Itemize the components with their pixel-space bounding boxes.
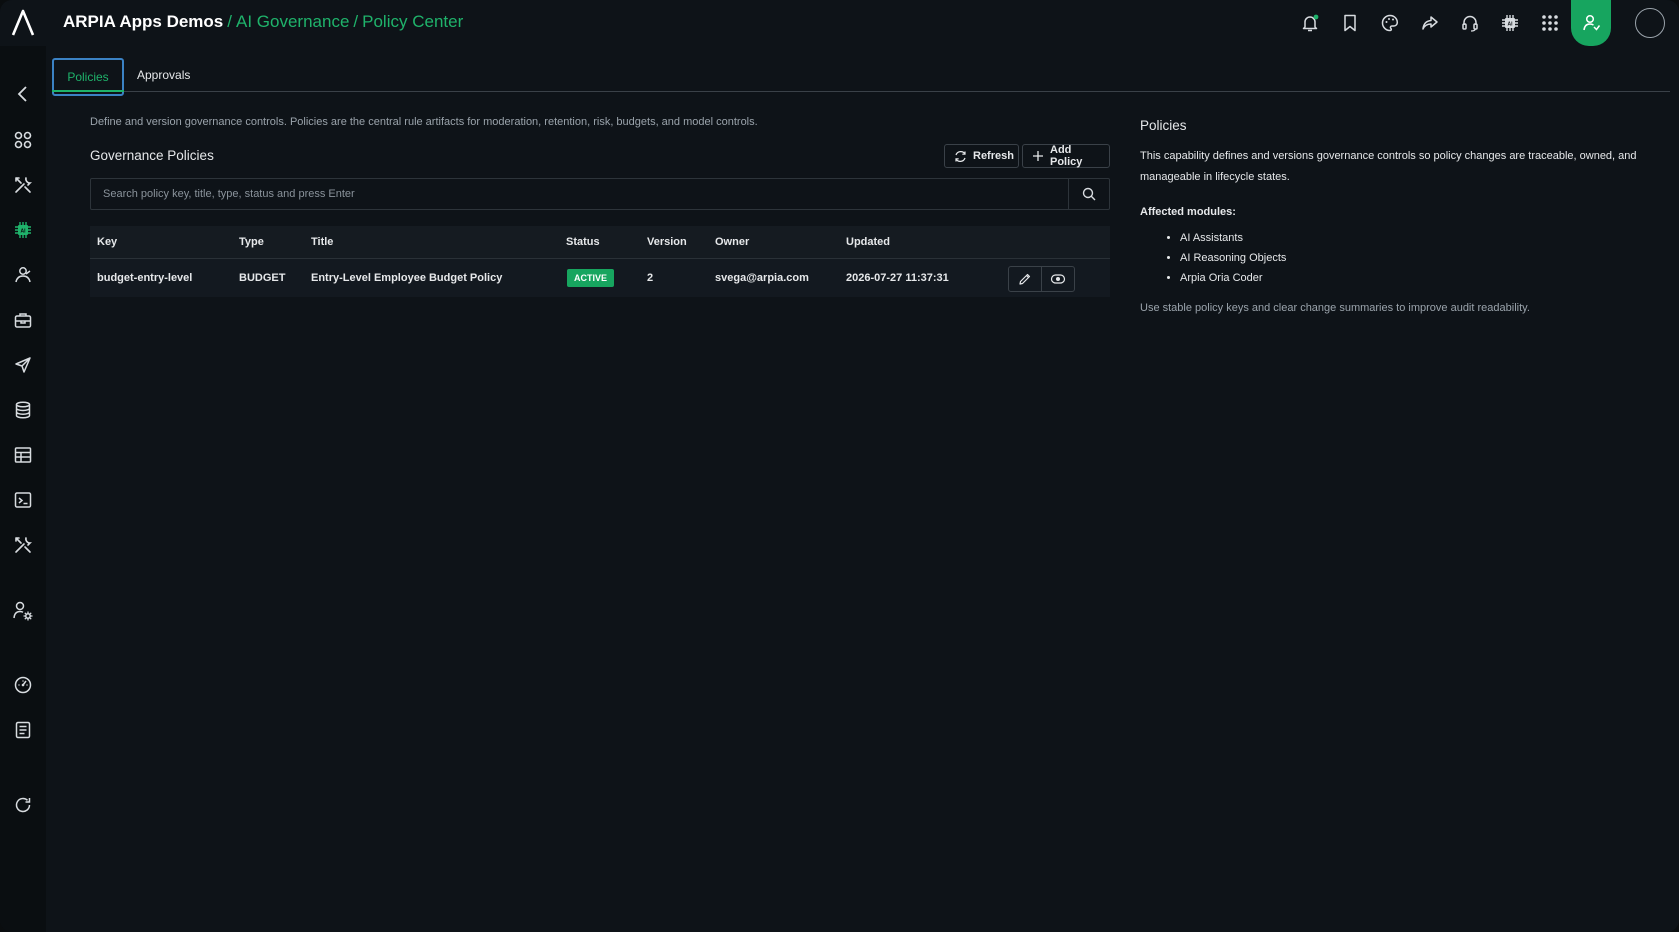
refresh-icon[interactable] [11, 793, 35, 817]
toolbox-icon[interactable] [11, 308, 35, 332]
column-header-version[interactable]: Version [647, 236, 687, 248]
column-header-type[interactable]: Type [239, 236, 264, 248]
refresh-icon [954, 150, 967, 163]
panel-description: This capability defines and versions gov… [1140, 150, 1637, 183]
user-settings-icon[interactable] [11, 599, 35, 623]
chip-icon[interactable]: AI [11, 218, 35, 242]
bookmark-icon[interactable] [1338, 11, 1362, 35]
cell-version: 2 [647, 272, 654, 284]
cell-key: budget-entry-level [97, 272, 193, 284]
breadcrumb-separator: / [227, 12, 232, 31]
table-row[interactable]: budget-entry-level BUDGET Entry-Level Em… [90, 259, 1110, 297]
policies-table: Key Type Title Status Version Owner Upda… [90, 226, 1110, 297]
add-policy-button[interactable]: Add Policy [1022, 144, 1110, 168]
tab-approvals[interactable]: Approvals [121, 58, 206, 92]
active-tab-indicator [52, 90, 124, 92]
terminal-icon[interactable] [11, 488, 35, 512]
bell-icon[interactable] [1298, 11, 1322, 35]
column-header-status[interactable]: Status [566, 236, 600, 248]
page-description: Define and version governance controls. … [90, 116, 758, 128]
cell-title: Entry-Level Employee Budget Policy [311, 272, 503, 284]
breadcrumb-app[interactable]: ARPIA Apps Demos [63, 12, 223, 31]
svg-text:AI: AI [1508, 22, 1514, 28]
column-header-updated[interactable]: Updated [846, 236, 890, 248]
affected-modules-label: Affected modules: [1140, 206, 1236, 218]
palette-icon[interactable] [1378, 11, 1402, 35]
cell-owner: svega@arpia.com [715, 272, 809, 284]
panel-title: Policies [1140, 118, 1187, 133]
tools-icon[interactable] [11, 173, 35, 197]
search-box [90, 178, 1110, 210]
breadcrumb-separator: / [353, 12, 359, 31]
headset-icon[interactable] [1458, 11, 1482, 35]
refresh-button[interactable]: Refresh [944, 144, 1019, 168]
send-icon[interactable] [11, 353, 35, 377]
plus-icon [1032, 150, 1044, 162]
column-header-owner[interactable]: Owner [715, 236, 749, 248]
sidebar: AI [0, 46, 46, 932]
user-agent-icon [1581, 13, 1601, 33]
user-agent-button[interactable] [1571, 0, 1611, 46]
grid-icon[interactable] [1538, 11, 1562, 35]
tools-icon[interactable] [11, 533, 35, 557]
status-badge: ACTIVE [567, 269, 615, 287]
eye-icon [1050, 274, 1066, 284]
cell-updated: 2026-07-27 11:37:31 [846, 272, 949, 284]
pencil-icon [1019, 273, 1031, 285]
apps-icon[interactable] [11, 128, 35, 152]
tab-divider [52, 91, 1670, 92]
cell-type: BUDGET [239, 272, 286, 284]
app-window: ARPIA Apps Demos / AI Governance / Policy Ce… [0, 0, 1679, 932]
chip-icon[interactable]: AI [1498, 11, 1522, 35]
arpia-logo-icon[interactable] [10, 8, 36, 38]
search-icon [1082, 187, 1096, 201]
search-button[interactable] [1068, 179, 1109, 209]
database-icon[interactable] [11, 398, 35, 422]
list-item: AI Reasoning Objects [1180, 248, 1286, 268]
list-item: Arpia Oria Coder [1180, 268, 1286, 288]
affected-modules-list: AI Assistants AI Reasoning Objects Arpia… [1140, 228, 1286, 288]
section-title: Governance Policies [90, 148, 214, 163]
breadcrumb: ARPIA Apps Demos / AI Governance / Policy Ce… [63, 12, 463, 32]
list-item: AI Assistants [1180, 228, 1286, 248]
svg-text:AI: AI [21, 229, 27, 235]
breadcrumb-policy-center[interactable]: Policy Center [362, 12, 463, 31]
avatar[interactable] [1635, 8, 1665, 38]
view-button[interactable] [1041, 267, 1074, 291]
refresh-button-label: Refresh [973, 150, 1014, 162]
column-header-title[interactable]: Title [311, 236, 333, 248]
row-actions [1008, 266, 1075, 292]
document-icon[interactable] [11, 718, 35, 742]
add-policy-button-label: Add Policy [1050, 144, 1083, 168]
dashboard-icon[interactable] [11, 673, 35, 697]
table-header: Key Type Title Status Version Owner Upda… [90, 226, 1110, 259]
column-header-key[interactable]: Key [97, 236, 117, 248]
panel-note: Use stable policy keys and clear change … [1140, 302, 1530, 314]
search-input[interactable] [91, 179, 1069, 209]
edit-button[interactable] [1009, 267, 1041, 291]
back-icon[interactable] [11, 82, 35, 106]
agent-icon[interactable] [11, 263, 35, 287]
top-bar: ARPIA Apps Demos / AI Governance / Policy Ce… [0, 0, 1679, 46]
share-icon[interactable] [1418, 11, 1442, 35]
breadcrumb-ai-governance[interactable]: AI Governance [236, 12, 349, 31]
table-icon[interactable] [11, 443, 35, 467]
